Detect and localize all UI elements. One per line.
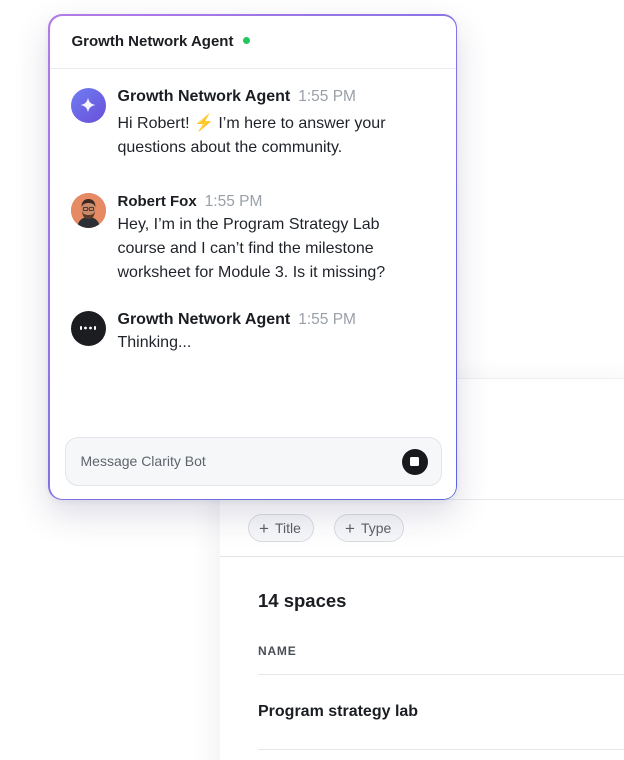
message-time: 1:55 PM [298,310,356,328]
user-avatar [70,192,106,228]
message-text-part: Hi Robert! [117,114,194,132]
user-photo-icon [70,192,106,228]
lightning-emoji: ⚡ [193,114,214,132]
chat-widget: Growth Network Agent Growth Network Agen… [48,14,457,500]
add-title-filter-button[interactable]: + Title [248,514,314,542]
divider [220,556,624,557]
message-text: Hey, I’m in the Program Strategy Lab cou… [117,215,386,281]
column-header-name[interactable]: NAME [258,644,297,658]
message-time: 1:55 PM [298,87,356,105]
message-text: Hi Robert! ⚡ I’m here to answer your que… [118,112,418,160]
add-type-filter-button[interactable]: + Type [334,514,405,542]
chat-header: Growth Network Agent [49,16,456,69]
message-text: Thinking... [117,333,192,351]
message-input[interactable] [80,453,381,469]
bot-icon [80,326,96,330]
message-time: 1:55 PM [204,192,263,210]
plus-icon: + [345,518,355,538]
filter-label: Type [360,520,392,536]
message-sender: Robert Fox [117,192,197,210]
plus-icon: + [259,518,269,538]
sparkle-icon [80,97,96,113]
agent-avatar [70,87,106,123]
stop-icon [410,457,419,466]
chat-title: Growth Network Agent [71,33,234,50]
message-composer [64,436,442,486]
divider [258,749,624,750]
bot-avatar [70,310,106,346]
message-sender: Growth Network Agent [117,310,291,328]
divider [258,674,624,675]
online-status-dot [243,37,251,44]
message-sender: Growth Network Agent [117,87,291,105]
table-row-space-name[interactable]: Program strategy lab [258,703,418,721]
stop-generation-button[interactable] [401,448,428,475]
filter-label: Title [274,520,301,536]
spaces-count: 14 spaces [258,590,347,611]
